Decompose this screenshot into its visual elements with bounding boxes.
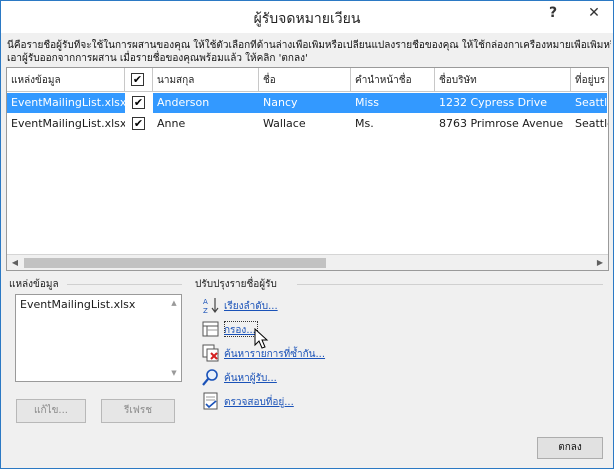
find-duplicates-icon bbox=[202, 344, 219, 362]
column-header-address[interactable]: ที่อยู่บร bbox=[571, 68, 608, 91]
title-bar: ผู้รับจดหมายเวียน ? ✕ bbox=[1, 1, 613, 33]
refine-list-label: ปรับปรุงรายชื่อผู้รับ bbox=[195, 279, 277, 290]
column-header-data-source[interactable]: แหล่งข้อมูล bbox=[7, 68, 125, 91]
table-row[interactable]: EventMailingList.xlsx ✔ Anne Wallace Ms.… bbox=[7, 114, 608, 134]
filter-icon bbox=[202, 321, 219, 337]
find-recipient-icon bbox=[202, 369, 218, 386]
svg-text:Z: Z bbox=[203, 307, 208, 314]
mouse-cursor-icon bbox=[254, 328, 269, 349]
column-header-select-all[interactable]: ✔ bbox=[125, 68, 153, 91]
column-header-title[interactable]: คำนำหน้าชื่อ bbox=[351, 68, 435, 91]
svg-text:A: A bbox=[203, 298, 208, 306]
horizontal-scrollbar[interactable]: ◀ ▶ bbox=[7, 254, 608, 270]
instructions-line-1: นี่คือรายชื่อผู้รับที่จะใช้ในการผสานของค… bbox=[7, 40, 611, 51]
list-item[interactable]: EventMailingList.xlsx bbox=[20, 298, 135, 311]
select-all-checkbox[interactable]: ✔ bbox=[131, 73, 144, 86]
find-recipient-link-label: ค้นหาผู้รับ... bbox=[224, 373, 277, 384]
edit-button[interactable]: แก้ไข... bbox=[16, 399, 86, 423]
scroll-right-icon[interactable]: ▶ bbox=[592, 255, 608, 270]
cell-first-name: Nancy bbox=[263, 96, 298, 109]
cell-address: Seattle bbox=[575, 96, 608, 109]
scroll-left-icon[interactable]: ◀ bbox=[7, 255, 23, 270]
column-header-last-name[interactable]: นามสกุล bbox=[153, 68, 259, 91]
help-button[interactable]: ? bbox=[543, 5, 563, 25]
refine-divider bbox=[297, 284, 603, 285]
cell-title: Miss bbox=[355, 96, 380, 109]
dialog-title: ผู้รับจดหมายเวียน bbox=[253, 11, 361, 27]
data-source-label: แหล่งข้อมูล bbox=[9, 279, 59, 290]
cell-include: ✔ bbox=[125, 114, 153, 134]
column-header-company[interactable]: ชื่อบริษัท bbox=[435, 68, 571, 91]
cell-address: Seattle bbox=[575, 117, 608, 130]
grid-header: แหล่งข้อมูล ✔ นามสกุล ชื่อ คำนำหน้าชื่อ … bbox=[7, 68, 607, 92]
scroll-up-icon[interactable]: ▲ bbox=[168, 297, 180, 309]
data-source-list[interactable]: EventMailingList.xlsx ▲ ▼ bbox=[15, 294, 182, 382]
cell-last-name: Anne bbox=[157, 117, 186, 130]
instructions-line-2: เอาผู้รับออกจากการผสาน เมื่อรายชื่อของคุ… bbox=[7, 53, 308, 64]
cell-last-name: Anderson bbox=[157, 96, 210, 109]
data-source-divider bbox=[67, 284, 182, 285]
validate-addresses-icon bbox=[203, 392, 218, 410]
cell-data-source: EventMailingList.xlsx bbox=[11, 117, 125, 130]
cell-include: ✔ bbox=[125, 93, 153, 113]
instructions-text: นี่คือรายชื่อผู้รับที่จะใช้ในการผสานของค… bbox=[7, 39, 611, 65]
refresh-button[interactable]: รีเฟรช bbox=[101, 399, 175, 423]
mail-merge-recipients-dialog: ผู้รับจดหมายเวียน ? ✕ นี่คือรายชื่อผู้รั… bbox=[0, 0, 614, 469]
sort-link-label: เรียงลำดับ... bbox=[224, 301, 278, 312]
include-checkbox[interactable]: ✔ bbox=[132, 96, 145, 109]
cell-title: Ms. bbox=[355, 117, 374, 130]
cell-company: 1232 Cypress Drive bbox=[439, 96, 547, 109]
cell-company: 8763 Primrose Avenue bbox=[439, 117, 564, 130]
table-row[interactable]: EventMailingList.xlsx ✔ Anderson Nancy M… bbox=[7, 93, 608, 113]
close-button[interactable]: ✕ bbox=[583, 5, 605, 25]
scroll-down-icon[interactable]: ▼ bbox=[168, 367, 180, 379]
ok-button[interactable]: ตกลง bbox=[537, 437, 603, 459]
find-duplicates-link-label: ค้นหารายการที่ซ้ำกัน... bbox=[224, 349, 326, 360]
column-header-first-name[interactable]: ชื่อ bbox=[259, 68, 351, 91]
include-checkbox[interactable]: ✔ bbox=[132, 117, 145, 130]
validate-addresses-link-label: ตรวจสอบที่อยู่... bbox=[224, 397, 294, 408]
recipients-grid[interactable]: แหล่งข้อมูล ✔ นามสกุล ชื่อ คำนำหน้าชื่อ … bbox=[6, 67, 609, 271]
cell-data-source: EventMailingList.xlsx bbox=[11, 96, 125, 109]
sort-icon: A Z bbox=[203, 298, 219, 314]
scrollbar-thumb[interactable] bbox=[24, 258, 326, 268]
cell-first-name: Wallace bbox=[263, 117, 306, 130]
filter-link-label: กรอง... bbox=[224, 325, 256, 336]
